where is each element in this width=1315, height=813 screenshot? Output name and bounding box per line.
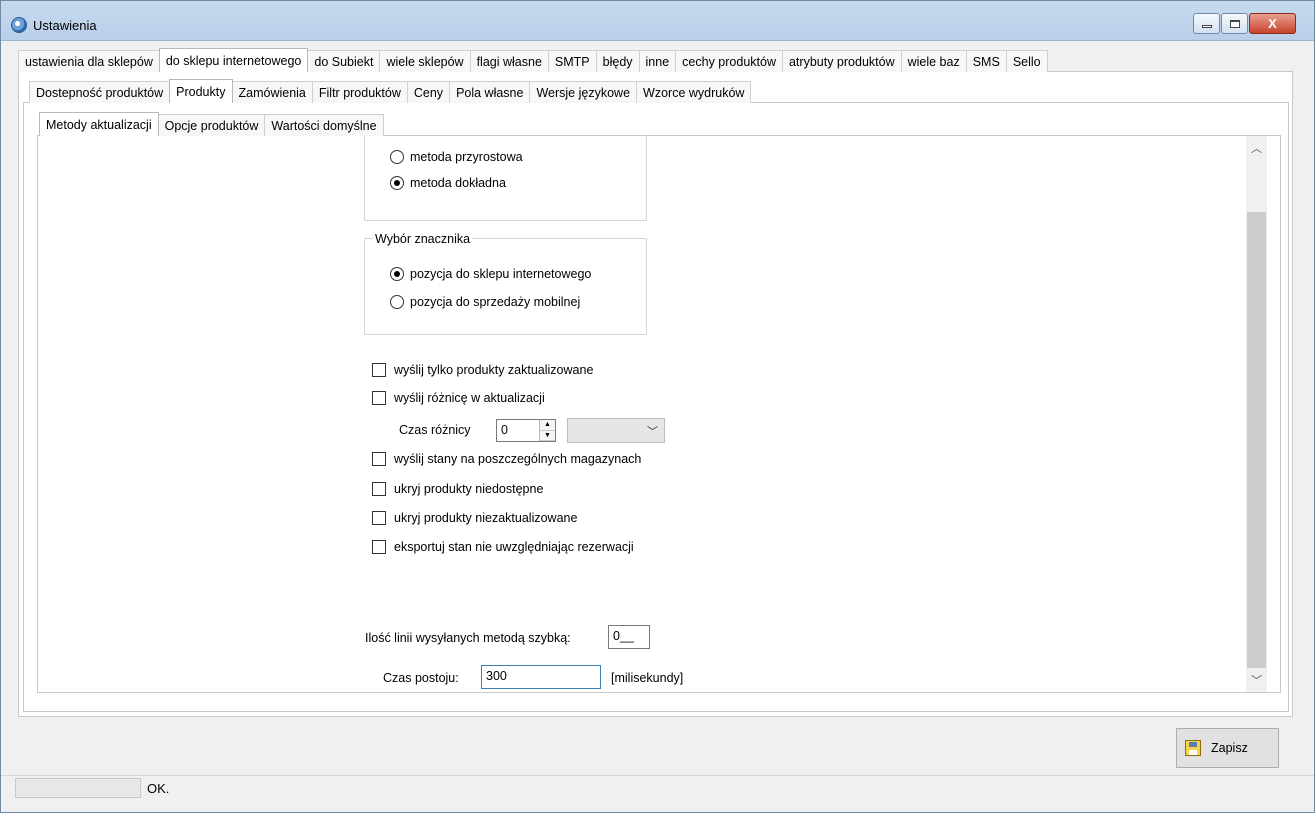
main-tab-strip: ustawienia dla sklepów do sklepu internet…: [18, 48, 1048, 72]
main-tab-3[interactable]: wiele sklepów: [379, 50, 471, 72]
check-hide-unavailable[interactable]: ukryj produkty niedostępne: [372, 482, 543, 496]
floppy-disk-icon: [1185, 740, 1201, 756]
spin-down-icon[interactable]: ▼: [540, 430, 555, 441]
sub-tab-1[interactable]: Produkty: [169, 79, 233, 103]
marker-choice-group: [364, 238, 647, 335]
settings-window: Ustawienia X ustawienia dla sklepów do sk…: [0, 0, 1315, 813]
main-tab-7[interactable]: inne: [638, 50, 677, 72]
minimize-icon: [1201, 25, 1212, 28]
radio-mobile-sales-label: pozycja do sprzedaży mobilnej: [410, 295, 581, 309]
checkbox-send-difference[interactable]: [372, 391, 386, 405]
inner-tab-1[interactable]: Opcje produktów: [157, 114, 266, 136]
scroll-up-icon[interactable]: ︿: [1247, 139, 1266, 157]
sub-tab-strip: Dostepność produktów Produkty Zamówienia Fi…: [29, 79, 752, 103]
diff-time-value[interactable]: 0: [497, 420, 539, 441]
main-tab-5[interactable]: SMTP: [547, 50, 597, 72]
status-bar: [1, 775, 1314, 801]
pause-label: Czas postoju:: [383, 671, 459, 685]
close-button[interactable]: X: [1249, 13, 1296, 34]
check-send-difference-label: wyślij różnicę w aktualizacji: [394, 391, 545, 405]
sub-tab-7[interactable]: Wzorce wydruków: [636, 81, 752, 103]
check-send-only-updated[interactable]: wyślij tylko produkty zaktualizowane: [372, 363, 593, 377]
check-hide-not-updated[interactable]: ukryj produkty niezaktualizowane: [372, 511, 577, 525]
update-methods-panel: [37, 135, 1281, 693]
diff-time-stepper[interactable]: 0 ▲ ▼: [496, 419, 556, 442]
main-tab-10[interactable]: wiele baz: [900, 50, 967, 72]
radio-mobile-sales-position[interactable]: pozycja do sprzedaży mobilnej: [390, 295, 580, 309]
checkbox-hide-unavailable[interactable]: [372, 482, 386, 496]
maximize-button[interactable]: [1221, 13, 1248, 34]
sub-tab-2[interactable]: Zamówienia: [231, 81, 313, 103]
main-tab-4[interactable]: flagi własne: [469, 50, 549, 72]
main-tab-1[interactable]: do sklepu internetowego: [158, 48, 309, 72]
sub-tab-5[interactable]: Pola własne: [449, 81, 531, 103]
scrollbar-thumb[interactable]: [1247, 212, 1266, 668]
main-tab-12[interactable]: Sello: [1005, 50, 1048, 72]
diff-time-unit-select[interactable]: ﹀: [567, 418, 665, 443]
inner-tab-0[interactable]: Metody aktualizacji: [39, 112, 159, 136]
title-bar[interactable]: Ustawienia X: [1, 1, 1314, 41]
main-tab-9[interactable]: atrybuty produktów: [781, 50, 902, 72]
check-send-stock-per-warehouse-label: wyślij stany na poszczególnych magazynac…: [394, 452, 642, 466]
save-button[interactable]: Zapisz: [1176, 728, 1279, 768]
check-export-stock-without-reservation[interactable]: eksportuj stan nie uwzględniając rezerwa…: [372, 540, 634, 554]
radio-exact-label: metoda dokładna: [410, 176, 506, 190]
radio-exact-method[interactable]: metoda dokładna: [390, 176, 506, 190]
fast-lines-label: Ilość linii wysyłanych metodą szybką:: [365, 631, 571, 645]
pause-unit-label: [milisekundy]: [611, 671, 684, 685]
sub-tab-4[interactable]: Ceny: [406, 81, 451, 103]
check-hide-unavailable-label: ukryj produkty niedostępne: [394, 482, 544, 496]
maximize-icon: [1229, 19, 1240, 28]
check-send-stock-per-warehouse[interactable]: wyślij stany na poszczególnych magazynac…: [372, 452, 641, 466]
check-send-difference[interactable]: wyślij różnicę w aktualizacji: [372, 391, 545, 405]
marker-choice-legend: Wybór znacznika: [373, 232, 473, 246]
checkbox-export-stock-without-reservation[interactable]: [372, 540, 386, 554]
radio-online-shop-position[interactable]: pozycja do sklepu internetowego: [390, 267, 591, 281]
main-tab-6[interactable]: błędy: [595, 50, 640, 72]
pause-input[interactable]: 300: [481, 665, 601, 689]
app-icon: [11, 17, 27, 33]
checkbox-send-stock-per-warehouse[interactable]: [372, 452, 386, 466]
chevron-down-icon: ﹀: [647, 426, 658, 438]
main-tab-0[interactable]: ustawienia dla sklepów: [18, 50, 160, 72]
main-tab-11[interactable]: SMS: [965, 50, 1007, 72]
radio-incremental-method[interactable]: metoda przyrostowa: [390, 150, 523, 164]
radio-online-shop[interactable]: [390, 267, 404, 281]
main-tab-2[interactable]: do Subiekt: [307, 50, 381, 72]
checkbox-hide-not-updated[interactable]: [372, 511, 386, 525]
save-button-label: Zapisz: [1211, 741, 1248, 755]
spin-up-icon[interactable]: ▲: [540, 420, 555, 431]
main-tab-8[interactable]: cechy produktów: [675, 50, 783, 72]
minimize-button[interactable]: [1193, 13, 1220, 34]
status-progress-field: [15, 778, 141, 798]
scroll-down-icon[interactable]: ﹀: [1247, 671, 1266, 689]
inner-tab-strip: Metody aktualizacji Opcje produktów Wartoś…: [39, 112, 384, 136]
check-send-only-updated-label: wyślij tylko produkty zaktualizowane: [394, 363, 594, 377]
checkbox-send-only-updated[interactable]: [372, 363, 386, 377]
diff-time-label: Czas różnicy: [399, 423, 471, 437]
sub-tab-6[interactable]: Wersje językowe: [529, 81, 638, 103]
inner-tab-2[interactable]: Wartości domyślne: [264, 114, 384, 136]
radio-exact[interactable]: [390, 176, 404, 190]
fast-lines-input[interactable]: 0__: [608, 625, 650, 649]
sub-tab-0[interactable]: Dostepność produktów: [29, 81, 171, 103]
radio-mobile-sales[interactable]: [390, 295, 404, 309]
check-hide-not-updated-label: ukryj produkty niezaktualizowane: [394, 511, 578, 525]
radio-online-shop-label: pozycja do sklepu internetowego: [410, 267, 592, 281]
window-title: Ustawienia: [33, 18, 97, 33]
check-export-stock-without-reservation-label: eksportuj stan nie uwzględniając rezerwa…: [394, 540, 634, 554]
status-text: OK.: [147, 781, 170, 796]
radio-incremental[interactable]: [390, 150, 404, 164]
radio-incremental-label: metoda przyrostowa: [410, 150, 523, 164]
sub-tab-3[interactable]: Filtr produktów: [311, 81, 408, 103]
